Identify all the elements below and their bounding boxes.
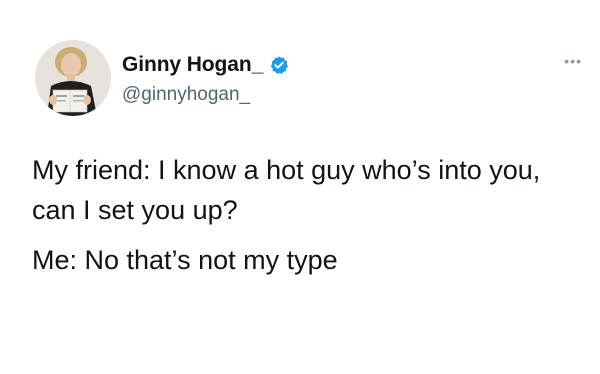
avatar[interactable]	[35, 40, 111, 116]
tweet-card: Ginny Hogan_ @ginnyhogan_ ••• My friend:…	[0, 0, 600, 374]
avatar-photo	[35, 40, 111, 116]
tweet-header: Ginny Hogan_ @ginnyhogan_	[122, 51, 289, 106]
tweet-line: Me: No that’s not my type	[32, 245, 338, 275]
verified-badge-icon	[269, 55, 289, 75]
display-name[interactable]: Ginny Hogan_	[122, 53, 263, 77]
tweet-line: My friend: I know a hot guy who’s into y…	[32, 155, 541, 225]
ellipsis-icon[interactable]: •••	[564, 54, 582, 68]
name-row: Ginny Hogan_	[122, 51, 289, 79]
handle[interactable]: @ginnyhogan_	[122, 84, 289, 106]
tweet-text: My friend: I know a hot guy who’s into y…	[32, 150, 580, 280]
